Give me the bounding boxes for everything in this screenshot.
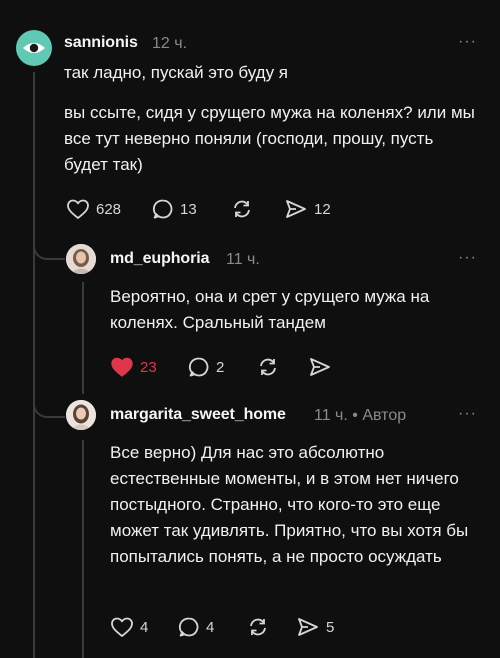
reply-button[interactable]: 13 (152, 198, 197, 220)
timestamp-value: 11 ч. (314, 407, 348, 424)
reply-button[interactable]: 2 (188, 356, 224, 378)
like-count: 23 (140, 358, 157, 376)
comment-icon (178, 617, 199, 637)
reply-count: 4 (206, 618, 215, 636)
like-button[interactable]: 4 (110, 616, 148, 638)
share-button[interactable] (308, 356, 332, 378)
post-text: Вероятно, она и срет у срущего мужа на к… (110, 287, 430, 332)
share-count: 12 (314, 200, 331, 218)
heart-filled-icon (111, 357, 133, 377)
post-text: так ладно, пускай это буду я (64, 63, 289, 82)
author-badge: • Автор (352, 407, 407, 424)
repost-icon (250, 618, 266, 636)
avatar[interactable] (66, 400, 96, 430)
repost-button[interactable] (230, 198, 254, 220)
like-count: 628 (96, 200, 122, 218)
reply-count: 2 (216, 358, 225, 376)
like-button[interactable]: 23 (110, 356, 157, 378)
username[interactable]: md_euphoria (110, 250, 209, 268)
username[interactable]: sannionis (64, 34, 138, 52)
share-button[interactable]: 12 (284, 198, 331, 220)
send-icon (286, 200, 306, 218)
post-text: вы ссыте, сидя у срущего мужа на коленях… (64, 103, 475, 174)
timestamp: 11 ч. (226, 251, 260, 268)
timestamp: 12 ч. (152, 35, 188, 52)
like-button[interactable]: 628 (66, 198, 121, 220)
send-icon (298, 618, 318, 636)
eye-logo-icon (23, 43, 45, 53)
more-options-icon[interactable]: ··· (458, 33, 477, 51)
comment-icon (188, 357, 209, 377)
like-count: 4 (140, 618, 149, 636)
heart-icon (111, 617, 133, 637)
thread-line-reply1 (82, 282, 84, 394)
repost-icon (260, 358, 276, 376)
repost-button[interactable] (256, 356, 280, 378)
more-options-icon[interactable]: ··· (458, 249, 477, 267)
repost-icon (234, 200, 250, 218)
profile-photo-icon (66, 400, 96, 430)
avatar[interactable] (66, 244, 96, 274)
avatar[interactable] (16, 30, 52, 66)
reply-count: 13 (180, 200, 197, 218)
send-icon (310, 358, 330, 376)
thread-line-reply2 (82, 440, 84, 658)
reply-button[interactable]: 4 (178, 616, 214, 638)
heart-icon (67, 199, 89, 219)
share-count: 5 (326, 618, 335, 636)
profile-photo-icon (66, 244, 96, 274)
username[interactable]: margarita_sweet_home (110, 406, 286, 424)
thread-branch-reply2 (33, 386, 65, 418)
share-button[interactable]: 5 (296, 616, 334, 638)
thread-line-main (33, 72, 35, 658)
timestamp: 11 ч. • Автор (314, 407, 406, 425)
post-text: Все верно) Для нас это абсолютно естеств… (110, 443, 469, 566)
thread-branch-reply1 (33, 228, 65, 260)
more-options-icon[interactable]: ··· (458, 405, 477, 423)
comment-icon (152, 199, 173, 219)
repost-button[interactable] (246, 616, 270, 638)
